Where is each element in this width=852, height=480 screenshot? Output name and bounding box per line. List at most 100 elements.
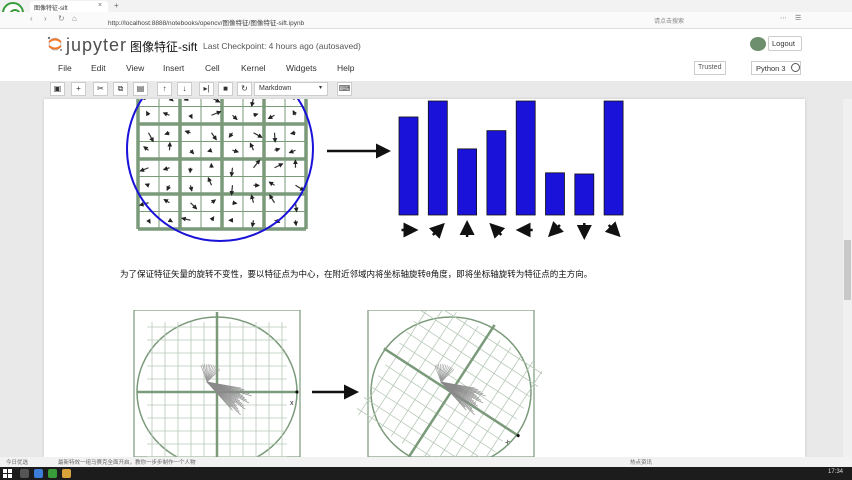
axis-end-dot	[295, 390, 299, 394]
gradient-arrow	[232, 148, 240, 154]
markdown-cell-text[interactable]: 为了保证特征矢量的旋转不变性，要以特征点为中心，在附近邻域内将坐标轴旋转θ角度，…	[120, 268, 592, 280]
taskbar-clock: 17:34	[828, 469, 844, 475]
gradient-arrow	[188, 113, 193, 120]
chevron-down-icon: ▾	[319, 85, 323, 91]
gradient-arrow	[146, 110, 151, 117]
paste-button[interactable]: ▤	[133, 82, 148, 96]
axis-label-x: x	[290, 400, 294, 407]
gradient-arrow	[188, 185, 194, 192]
save-button[interactable]: ▣	[50, 82, 65, 96]
cell-type-select[interactable]: Markdown	[254, 82, 328, 96]
menu-widgets[interactable]: Widgets	[286, 63, 317, 73]
jupyter-wordmark[interactable]: jupyter	[66, 35, 127, 56]
browser-tab[interactable]: 图像特征-sift	[30, 1, 108, 12]
new-tab-icon[interactable]: +	[114, 1, 119, 10]
status-right-text[interactable]: 热点资讯	[630, 458, 652, 466]
grid-line-horizontal	[427, 310, 542, 376]
run-button[interactable]: ▸|	[199, 82, 214, 96]
direction-arrow	[604, 221, 621, 238]
gradient-arrow	[232, 114, 238, 121]
browser-extension-icons[interactable]: ⋯ ☰	[780, 14, 804, 22]
menu-edit[interactable]: Edit	[91, 63, 106, 73]
reload-icon[interactable]: ↻	[58, 14, 65, 23]
gradient-arrow	[166, 184, 171, 192]
gradient-arrow	[139, 167, 149, 172]
jupyter-logo-icon[interactable]	[46, 35, 64, 53]
restart-button[interactable]: ↻	[237, 82, 252, 96]
menu-view[interactable]: View	[126, 63, 144, 73]
logout-button[interactable]: Logout	[768, 36, 802, 51]
menu-cell[interactable]: Cell	[205, 63, 220, 73]
trusted-badge[interactable]: Trusted	[694, 61, 726, 75]
taskbar-app-icon[interactable]	[34, 469, 43, 478]
kernel-idle-icon	[791, 63, 800, 72]
browser-search-input[interactable]: 请点击搜索	[650, 14, 760, 26]
command-palette-button[interactable]: ⌨	[337, 82, 352, 96]
cut-button[interactable]: ✂	[93, 82, 108, 96]
gradient-arrow	[253, 132, 263, 138]
url-field[interactable]: http://localhost:8888/notebooks/opencv/图…	[108, 15, 618, 27]
arrow-up-icon: ↑	[162, 84, 167, 93]
taskbar-browser-icon[interactable]	[48, 469, 57, 478]
windows-start-icon[interactable]	[3, 469, 12, 478]
gradient-arrow	[249, 142, 255, 151]
histogram-bar	[398, 116, 419, 216]
gradient-arrow	[168, 99, 174, 102]
gradient-arrow	[250, 99, 255, 107]
gradient-arrow	[212, 99, 221, 103]
insert-cell-button[interactable]: +	[71, 82, 86, 96]
direction-arrow	[428, 222, 445, 239]
status-news-text[interactable]: 最新特效一组马赛克全面开启，教你一步步制作一个人物	[58, 458, 196, 466]
checkpoint-status: Last Checkpoint: 4 hours ago (autosaved)	[203, 41, 361, 51]
gradient-arrow	[211, 132, 217, 141]
tab-close-icon[interactable]: ×	[98, 2, 102, 9]
plus-icon: +	[76, 84, 81, 93]
axis-rotation-figure: x x	[133, 310, 542, 457]
gradient-arrow	[250, 194, 255, 203]
grid-line-vertical	[368, 310, 446, 423]
home-icon[interactable]: ⌂	[72, 14, 77, 23]
menu-file[interactable]: File	[58, 63, 72, 73]
rotated-panel: x	[356, 310, 542, 457]
user-avatar-icon	[750, 37, 766, 51]
histogram-bar	[457, 148, 478, 216]
scissors-icon: ✂	[97, 84, 104, 93]
interrupt-button[interactable]: ■	[218, 82, 233, 96]
gradient-arrow	[189, 149, 195, 155]
histogram-bar	[574, 173, 595, 216]
gradient-arrow	[163, 198, 170, 204]
gradient-arrow	[167, 217, 174, 223]
gradient-arrow	[209, 216, 215, 222]
back-icon[interactable]: ‹	[30, 14, 33, 23]
forward-icon[interactable]: ›	[44, 14, 47, 23]
gradient-arrow	[207, 147, 213, 153]
grid-line-vertical	[434, 347, 512, 457]
status-left-text[interactable]: 今日优选	[6, 458, 28, 466]
gradient-arrow	[228, 132, 234, 138]
notebook-title[interactable]: 图像特征-sift	[130, 38, 197, 55]
gradient-arrow	[184, 130, 191, 135]
direction-arrow	[547, 221, 564, 238]
taskbar-folder-icon[interactable]	[62, 469, 71, 478]
taskbar-search-icon[interactable]	[20, 469, 29, 478]
unrotated-panel: x	[133, 310, 301, 457]
move-down-button[interactable]: ↓	[177, 82, 192, 96]
move-up-button[interactable]: ↑	[157, 82, 172, 96]
menu-help[interactable]: Help	[337, 63, 354, 73]
histogram-bar	[603, 100, 624, 216]
gradient-arrow	[210, 199, 217, 205]
copy-button[interactable]: ⧉	[113, 82, 128, 96]
gradient-arrow	[180, 216, 191, 222]
browser-tabbar	[0, 0, 852, 12]
direction-arrows	[401, 220, 621, 240]
gradient-arrow	[292, 110, 298, 116]
histogram-bar	[486, 130, 507, 216]
descriptor-grid	[136, 99, 308, 231]
direction-arrow	[489, 222, 506, 239]
menu-kernel[interactable]: Kernel	[241, 63, 266, 73]
scrollbar-thumb[interactable]	[844, 240, 851, 300]
gradient-arrow	[190, 202, 198, 210]
gradient-arrow	[229, 167, 235, 178]
gradient-arrow	[144, 183, 150, 188]
menu-insert[interactable]: Insert	[163, 63, 184, 73]
